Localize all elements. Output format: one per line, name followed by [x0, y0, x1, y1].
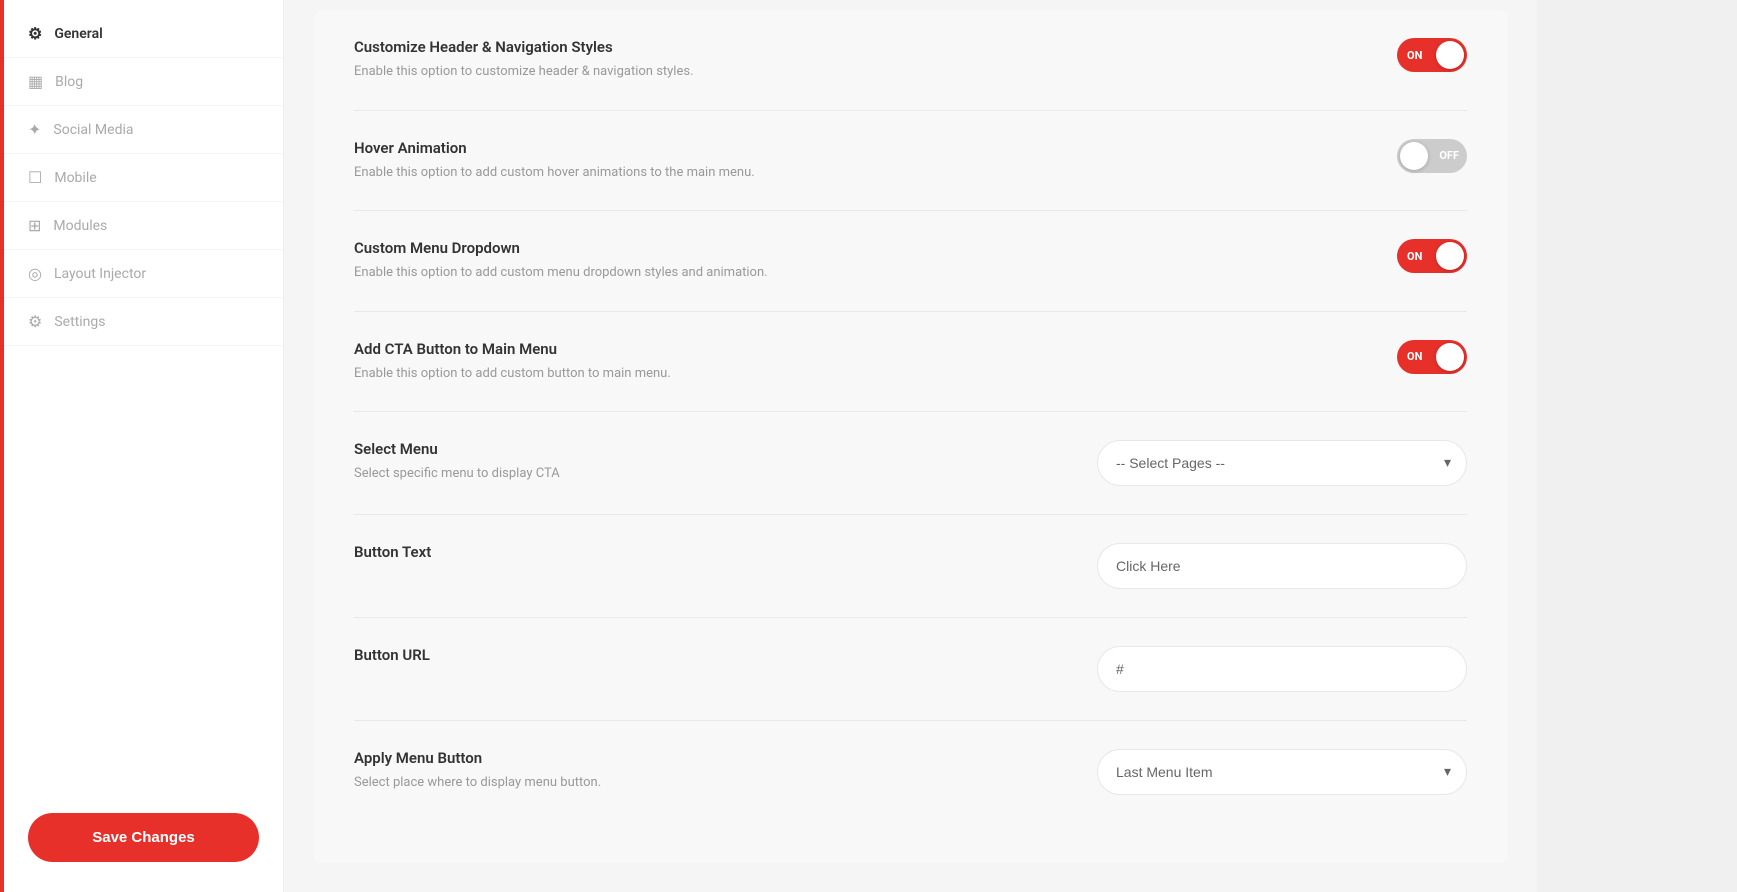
setting-text-customize-header: Customize Header & Navigation Styles Enab… [354, 38, 894, 82]
save-button-wrap: Save Changes [4, 793, 283, 892]
setting-row-add-cta-button: Add CTA Button to Main Menu Enable this o… [354, 312, 1467, 413]
toggle-wrap-add-cta-button: ON [1397, 340, 1467, 374]
setting-desc-select-menu: Select specific menu to display CTA [354, 464, 894, 484]
sidebar-item-modules[interactable]: ⊞ Modules [4, 202, 283, 250]
setting-row-button-url: Button URL [354, 618, 1467, 721]
sidebar-item-social-media[interactable]: ✦ Social Media [4, 106, 283, 154]
toggle-wrap-hover-animation: OFF [1397, 139, 1467, 173]
sidebar-item-label-blog: Blog [55, 74, 83, 90]
setting-control-add-cta-button: ON [1087, 340, 1467, 374]
setting-control-custom-menu-dropdown: ON [1087, 239, 1467, 273]
setting-control-hover-animation: OFF [1087, 139, 1467, 173]
toggle-wrap-customize-header: ON [1397, 38, 1467, 72]
setting-text-add-cta-button: Add CTA Button to Main Menu Enable this o… [354, 340, 894, 384]
setting-row-customize-header: Customize Header & Navigation Styles Enab… [354, 10, 1467, 111]
select-wrap-select-menu: -- Select Pages --▾ [1097, 440, 1467, 486]
modules-icon: ⊞ [28, 216, 41, 235]
toggle-custom-menu-dropdown[interactable]: ON [1397, 239, 1467, 273]
setting-desc-hover-animation: Enable this option to add custom hover a… [354, 163, 894, 183]
setting-desc-custom-menu-dropdown: Enable this option to add custom menu dr… [354, 263, 894, 283]
setting-control-select-menu: -- Select Pages --▾ [1087, 440, 1467, 486]
toggle-add-cta-button[interactable]: ON [1397, 340, 1467, 374]
general-icon: ⚙ [28, 24, 42, 43]
sidebar-item-label-general: General [54, 26, 102, 42]
layout-injector-icon: ◎ [28, 264, 42, 283]
setting-label-apply-menu-button: Apply Menu Button [354, 749, 894, 767]
toggle-knob-customize-header [1436, 41, 1464, 69]
sidebar-item-label-settings: Settings [54, 314, 105, 330]
sidebar-item-settings[interactable]: ⚙ Settings [4, 298, 283, 346]
toggle-wrap-custom-menu-dropdown: ON [1397, 239, 1467, 273]
select-select-menu[interactable]: -- Select Pages -- [1097, 440, 1467, 486]
sidebar-nav: ⚙ General ▦ Blog ✦ Social Media ☐ Mobile ⊞ Module… [4, 0, 283, 793]
sidebar-item-label-mobile: Mobile [54, 170, 96, 186]
sidebar-item-general[interactable]: ⚙ General [4, 10, 283, 58]
setting-desc-customize-header: Enable this option to customize header &… [354, 62, 894, 82]
toggle-label-add-cta-button: ON [1407, 350, 1422, 363]
settings-panel: Customize Header & Navigation Styles Enab… [314, 10, 1507, 863]
setting-label-select-menu: Select Menu [354, 440, 894, 458]
setting-label-customize-header: Customize Header & Navigation Styles [354, 38, 894, 56]
toggle-knob-custom-menu-dropdown [1436, 242, 1464, 270]
toggle-customize-header[interactable]: ON [1397, 38, 1467, 72]
mobile-icon: ☐ [28, 168, 42, 187]
toggle-knob-add-cta-button [1436, 343, 1464, 371]
blog-icon: ▦ [28, 72, 43, 91]
sidebar: ⚙ General ▦ Blog ✦ Social Media ☐ Mobile ⊞ Module… [4, 0, 284, 892]
setting-text-apply-menu-button: Apply Menu Button Select place where to d… [354, 749, 894, 793]
setting-row-select-menu: Select Menu Select specific menu to displ… [354, 412, 1467, 515]
toggle-label-hover-animation: OFF [1439, 149, 1459, 162]
select-wrap-apply-menu-button: Last Menu Item▾ [1097, 749, 1467, 795]
sidebar-item-layout-injector[interactable]: ◎ Layout Injector [4, 250, 283, 298]
setting-control-customize-header: ON [1087, 38, 1467, 72]
select-apply-menu-button[interactable]: Last Menu Item [1097, 749, 1467, 795]
settings-icon: ⚙ [28, 312, 42, 331]
right-panel [1537, 0, 1737, 892]
sidebar-item-label-layout-injector: Layout Injector [54, 266, 146, 282]
setting-label-button-url: Button URL [354, 646, 894, 664]
setting-row-hover-animation: Hover Animation Enable this option to add… [354, 111, 1467, 212]
toggle-label-custom-menu-dropdown: ON [1407, 250, 1422, 263]
setting-desc-apply-menu-button: Select place where to display menu butto… [354, 773, 894, 793]
sidebar-item-label-modules: Modules [53, 218, 107, 234]
setting-row-apply-menu-button: Apply Menu Button Select place where to d… [354, 721, 1467, 823]
setting-label-custom-menu-dropdown: Custom Menu Dropdown [354, 239, 894, 257]
setting-control-button-text [1087, 543, 1467, 589]
input-button-url[interactable] [1097, 646, 1467, 692]
input-button-text[interactable] [1097, 543, 1467, 589]
social-media-icon: ✦ [28, 120, 41, 139]
setting-text-button-url: Button URL [354, 646, 894, 670]
setting-text-button-text: Button Text [354, 543, 894, 567]
toggle-hover-animation[interactable]: OFF [1397, 139, 1467, 173]
main-content: Customize Header & Navigation Styles Enab… [284, 0, 1537, 892]
setting-text-custom-menu-dropdown: Custom Menu Dropdown Enable this option t… [354, 239, 894, 283]
setting-control-apply-menu-button: Last Menu Item▾ [1087, 749, 1467, 795]
setting-label-add-cta-button: Add CTA Button to Main Menu [354, 340, 894, 358]
setting-row-button-text: Button Text [354, 515, 1467, 618]
setting-text-hover-animation: Hover Animation Enable this option to add… [354, 139, 894, 183]
sidebar-item-blog[interactable]: ▦ Blog [4, 58, 283, 106]
sidebar-item-mobile[interactable]: ☐ Mobile [4, 154, 283, 202]
setting-label-button-text: Button Text [354, 543, 894, 561]
setting-control-button-url [1087, 646, 1467, 692]
sidebar-item-label-social-media: Social Media [53, 122, 133, 138]
setting-row-custom-menu-dropdown: Custom Menu Dropdown Enable this option t… [354, 211, 1467, 312]
toggle-knob-hover-animation [1400, 142, 1428, 170]
save-changes-button[interactable]: Save Changes [28, 813, 259, 862]
setting-label-hover-animation: Hover Animation [354, 139, 894, 157]
setting-desc-add-cta-button: Enable this option to add custom button … [354, 364, 894, 384]
toggle-label-customize-header: ON [1407, 49, 1422, 62]
setting-text-select-menu: Select Menu Select specific menu to displ… [354, 440, 894, 484]
